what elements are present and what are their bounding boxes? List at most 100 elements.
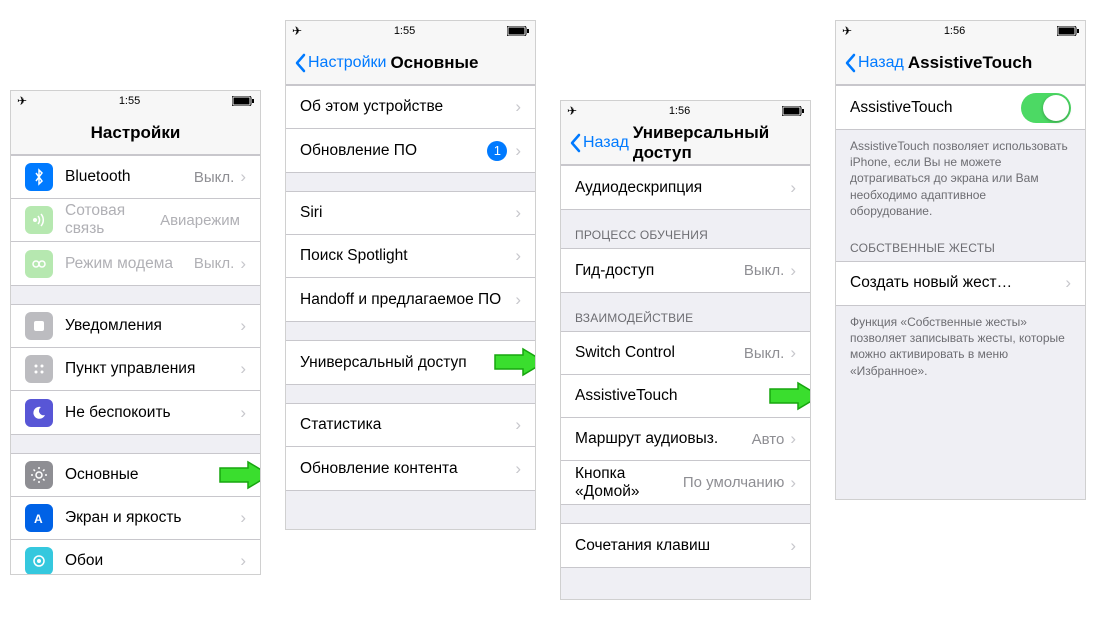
status-bar: ✈ 1:56 (836, 21, 1085, 41)
chevron-right-icon: › (515, 141, 521, 161)
row-assistive-touch[interactable]: AssistiveTouch › (561, 375, 810, 418)
row-control-center[interactable]: Пункт управления › (11, 348, 260, 391)
chevron-right-icon: › (240, 254, 246, 274)
chevron-right-icon: › (515, 290, 521, 310)
row-switch-control[interactable]: Switch Control Выкл. › (561, 332, 810, 375)
nav-title: Настройки (11, 123, 260, 143)
row-handoff[interactable]: Handoff и предлагаемое ПО › (286, 278, 535, 321)
row-new-gesture[interactable]: Создать новый жест… › (836, 262, 1085, 305)
chevron-right-icon: › (240, 508, 246, 528)
update-badge: 1 (487, 141, 507, 161)
airplane-icon: ✈ (567, 104, 577, 118)
label: Сотовая связь (65, 202, 160, 238)
row-wallpaper[interactable]: Обои › (11, 540, 260, 575)
wallpaper-icon (25, 547, 53, 575)
toggle-switch[interactable] (1021, 93, 1071, 123)
nav-bar: Назад AssistiveTouch (836, 41, 1085, 85)
label: Кнопка «Домой» (575, 465, 683, 501)
status-time: 1:55 (119, 95, 140, 107)
label: Bluetooth (65, 168, 194, 186)
chevron-right-icon: › (790, 343, 796, 363)
chevron-right-icon: › (790, 536, 796, 556)
label: Маршрут аудиовыз. (575, 430, 752, 448)
footnote-main: AssistiveTouch позволяет использовать iP… (836, 130, 1085, 223)
row-accessibility[interactable]: Универсальный доступ › (286, 341, 535, 384)
chevron-left-icon (844, 53, 856, 73)
row-bluetooth[interactable]: Bluetooth Выкл. › (11, 156, 260, 199)
chevron-right-icon: › (515, 459, 521, 479)
row-guided-access[interactable]: Гид-доступ Выкл. › (561, 249, 810, 292)
detail: Выкл. (194, 169, 234, 186)
row-assistive-toggle[interactable]: AssistiveTouch (836, 86, 1085, 129)
label: Switch Control (575, 344, 744, 362)
chevron-right-icon: › (240, 167, 246, 187)
label: Создать новый жест… (850, 274, 1065, 292)
detail: Выкл. (744, 262, 784, 279)
row-audio-description[interactable]: Аудиодескрипция › (561, 166, 810, 209)
row-about[interactable]: Об этом устройстве › (286, 86, 535, 129)
nav-back-button[interactable]: Назад (569, 133, 629, 153)
status-bar: ✈ 1:55 (11, 91, 260, 111)
chevron-right-icon: › (515, 415, 521, 435)
chevron-right-icon: › (790, 178, 796, 198)
label: AssistiveTouch (850, 99, 1021, 117)
nav-bar: Настройки Основные (286, 41, 535, 85)
detail: Авиарежим (160, 212, 240, 229)
label: Экран и яркость (65, 509, 240, 527)
label: Уведомления (65, 317, 240, 335)
nav-title: Универсальный доступ (633, 123, 802, 163)
chevron-right-icon: › (515, 246, 521, 266)
label: Гид-доступ (575, 262, 744, 280)
row-cellular[interactable]: Сотовая связь Авиарежим (11, 199, 260, 242)
label: Статистика (300, 416, 515, 434)
label: AssistiveTouch (575, 387, 790, 405)
group-header-learning: ПРОЦЕСС ОБУЧЕНИЯ (561, 210, 810, 248)
label: Поиск Spotlight (300, 247, 515, 265)
nav-bar: Назад Универсальный доступ (561, 121, 810, 165)
battery-icon (507, 26, 529, 36)
row-software-update[interactable]: Обновление ПО 1 › (286, 129, 535, 172)
label: Об этом устройстве (300, 98, 515, 116)
nav-back-button[interactable]: Настройки (294, 53, 386, 73)
screen-general: ✈ 1:55 Настройки Основные Об этом устрой… (285, 20, 536, 530)
chevron-right-icon: › (790, 261, 796, 281)
row-dnd[interactable]: Не беспокоить › (11, 391, 260, 434)
row-hotspot[interactable]: Режим модема Выкл. › (11, 242, 260, 285)
chevron-right-icon: › (240, 465, 246, 485)
label: Сочетания клавиш (575, 537, 790, 555)
detail: Выкл. (744, 345, 784, 362)
chevron-right-icon: › (515, 203, 521, 223)
group-header-interaction: ВЗАИМОДЕЙСТВИЕ (561, 293, 810, 331)
row-notifications[interactable]: Уведомления › (11, 305, 260, 348)
footnote-gestures: Функция «Собственные жесты» позволяет за… (836, 306, 1085, 383)
nav-back-button[interactable]: Назад (844, 53, 904, 73)
label: Аудиодескрипция (575, 179, 790, 197)
cellular-icon (25, 206, 53, 234)
row-shortcut[interactable]: Сочетания клавиш › (561, 524, 810, 567)
nav-back-label: Назад (858, 54, 904, 72)
row-display[interactable]: A Экран и яркость › (11, 497, 260, 540)
chevron-right-icon: › (240, 551, 246, 571)
battery-icon (1057, 26, 1079, 36)
status-time: 1:56 (669, 105, 690, 117)
detail: По умолчанию (683, 474, 784, 491)
status-time: 1:55 (394, 25, 415, 37)
airplane-icon: ✈ (842, 24, 852, 38)
nav-title: AssistiveTouch (908, 53, 1077, 73)
label: Обои (65, 552, 240, 570)
row-background-refresh[interactable]: Обновление контента › (286, 447, 535, 490)
row-spotlight[interactable]: Поиск Spotlight › (286, 235, 535, 278)
chevron-right-icon: › (515, 353, 521, 373)
display-icon: A (25, 504, 53, 532)
screen-accessibility: ✈ 1:56 Назад Универсальный доступ Аудиод… (560, 100, 811, 600)
row-audio-route[interactable]: Маршрут аудиовыз. Авто › (561, 418, 810, 461)
row-home-button[interactable]: Кнопка «Домой» По умолчанию › (561, 461, 810, 504)
row-siri[interactable]: Siri › (286, 192, 535, 235)
detail: Выкл. (194, 255, 234, 272)
row-general[interactable]: Основные › (11, 454, 260, 497)
dnd-icon (25, 399, 53, 427)
notifications-icon (25, 312, 53, 340)
nav-back-label: Назад (583, 134, 629, 152)
chevron-right-icon: › (240, 316, 246, 336)
row-usage[interactable]: Статистика › (286, 404, 535, 447)
